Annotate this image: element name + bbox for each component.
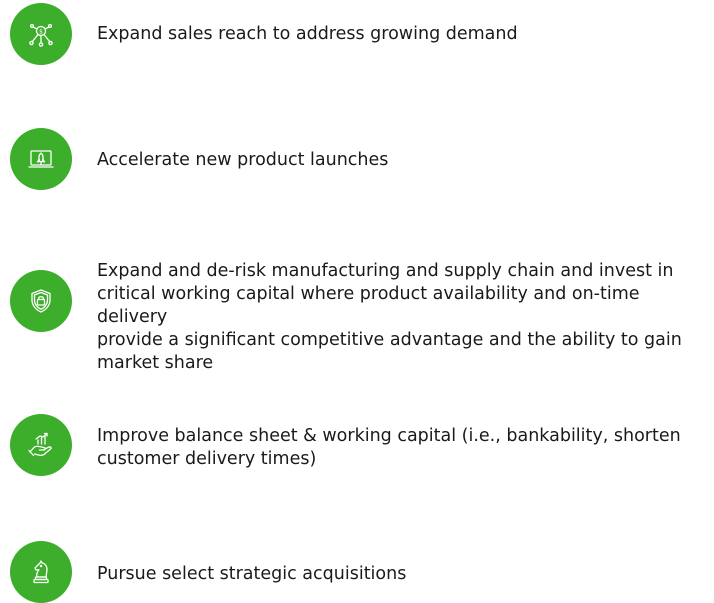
strategic-priorities-list: $ Expand sales reach to address growing … <box>0 0 714 603</box>
hand-growth-chart-icon <box>28 432 52 457</box>
priority-text: Accelerate new product launches <box>97 150 389 170</box>
sales-network-icon: $ <box>29 23 53 47</box>
shield-lock-icon-badge <box>10 270 72 332</box>
sales-network-icon-badge: $ <box>10 3 72 65</box>
priority-text: Expand sales reach to address growing de… <box>97 24 518 44</box>
priority-text: Improve balance sheet & working capital … <box>97 426 681 469</box>
priority-text: Expand and de-risk manufacturing and sup… <box>97 261 682 373</box>
priority-text: Pursue select strategic acquisitions <box>97 564 407 584</box>
hand-growth-chart-icon-badge <box>10 414 72 476</box>
chess-knight-icon-badge <box>10 541 72 603</box>
rocket-launch-icon <box>28 150 54 168</box>
chess-knight-icon <box>33 560 49 584</box>
rocket-launch-icon-badge <box>10 128 72 190</box>
shield-lock-icon <box>31 289 51 313</box>
svg-text:$: $ <box>39 29 43 36</box>
